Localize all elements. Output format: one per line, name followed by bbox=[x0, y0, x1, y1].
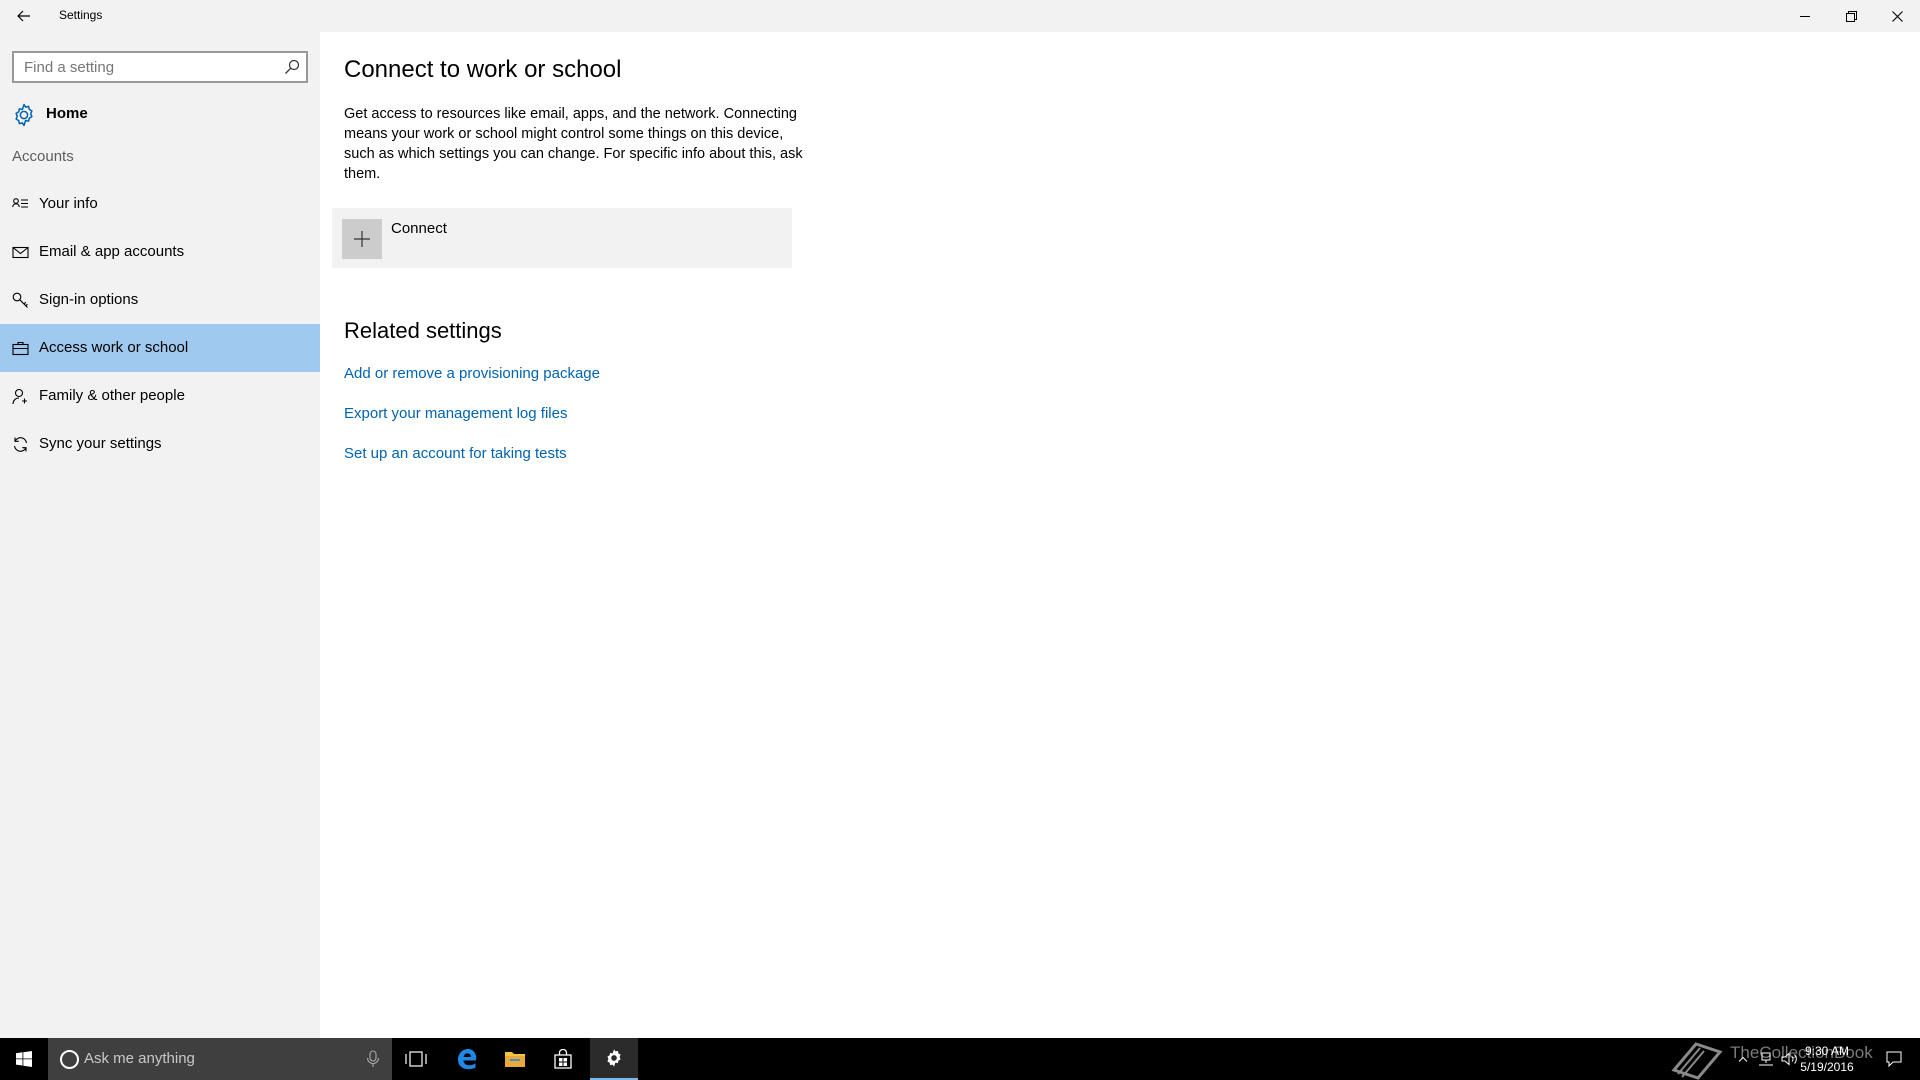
sidebar-item-access-work[interactable]: Access work or school bbox=[0, 324, 320, 372]
window-title: Settings bbox=[59, 8, 103, 22]
plus-tile bbox=[342, 219, 382, 259]
sidebar-item-label: Family & other people bbox=[39, 387, 185, 404]
clock[interactable]: 9:30 AM 5/19/2016 bbox=[1782, 1043, 1872, 1075]
connect-label: Connect bbox=[391, 220, 447, 237]
close-button[interactable] bbox=[1874, 0, 1920, 32]
store-button[interactable] bbox=[539, 1038, 587, 1080]
gear-icon bbox=[15, 103, 33, 127]
sidebar-item-family[interactable]: Family & other people bbox=[0, 372, 320, 420]
test-account-link[interactable]: Set up an account for taking tests bbox=[344, 445, 567, 462]
briefcase-icon bbox=[12, 341, 29, 356]
sidebar-item-label: Sync your settings bbox=[39, 435, 162, 452]
network-button[interactable] bbox=[1754, 1038, 1778, 1080]
export-logs-link[interactable]: Export your management log files bbox=[344, 405, 567, 422]
sidebar-item-label: Sign-in options bbox=[39, 291, 139, 308]
related-settings-heading: Related settings bbox=[344, 318, 502, 343]
start-button[interactable] bbox=[0, 1038, 48, 1080]
show-hidden-icons-button[interactable] bbox=[1734, 1038, 1752, 1080]
settings-window: Settings Home Accounts Your info bbox=[0, 0, 1920, 1080]
cortana-placeholder: Ask me anything bbox=[84, 1050, 195, 1067]
action-center-button[interactable] bbox=[1874, 1038, 1914, 1080]
search-icon[interactable] bbox=[284, 59, 300, 75]
sync-icon bbox=[13, 437, 28, 452]
folder-icon bbox=[505, 1052, 525, 1067]
cortana-icon bbox=[60, 1050, 79, 1069]
edge-icon bbox=[458, 1049, 477, 1070]
person-add-icon bbox=[12, 388, 27, 405]
network-icon bbox=[1759, 1052, 1773, 1066]
cortana-search-box[interactable]: Ask me anything bbox=[48, 1038, 392, 1080]
back-arrow-icon bbox=[17, 10, 30, 22]
clock-time: 9:30 AM bbox=[1804, 1044, 1850, 1058]
plus-icon bbox=[354, 231, 370, 247]
store-bag-icon bbox=[554, 1049, 572, 1069]
provisioning-package-link[interactable]: Add or remove a provisioning package bbox=[344, 365, 600, 382]
page-title: Connect to work or school bbox=[344, 56, 622, 83]
back-button[interactable] bbox=[10, 3, 38, 29]
mail-icon bbox=[12, 246, 29, 259]
task-view-icon bbox=[405, 1051, 427, 1067]
book-logo-icon bbox=[1671, 1042, 1723, 1080]
section-heading: Accounts bbox=[12, 148, 74, 165]
sidebar-item-your-info[interactable]: Your info bbox=[0, 180, 320, 228]
task-view-button[interactable] bbox=[392, 1038, 440, 1080]
taskbar: Ask me anything TheCollectionBook 9:30 A… bbox=[0, 1038, 1920, 1080]
restore-icon bbox=[1845, 10, 1857, 22]
sidebar-item-label: Email & app accounts bbox=[39, 243, 185, 260]
sidebar: Home Accounts Your info Email & app acco… bbox=[0, 32, 320, 1038]
edge-browser-button[interactable] bbox=[443, 1038, 491, 1080]
search-input[interactable] bbox=[14, 53, 274, 81]
page-description: Get access to resources like email, apps… bbox=[344, 106, 803, 182]
key-icon bbox=[12, 292, 28, 308]
microphone-icon[interactable] bbox=[366, 1050, 380, 1068]
contact-card-icon bbox=[12, 198, 28, 208]
connect-button[interactable]: Connect bbox=[332, 208, 792, 268]
sidebar-item-sync[interactable]: Sync your settings bbox=[0, 420, 320, 468]
title-bar: Settings bbox=[0, 0, 1920, 32]
sidebar-item-email[interactable]: Email & app accounts bbox=[0, 228, 320, 276]
file-explorer-button[interactable] bbox=[491, 1038, 539, 1080]
windows-logo-icon bbox=[16, 1051, 32, 1067]
main-content: Connect to work or school Get access to … bbox=[320, 32, 1920, 1038]
minimize-button[interactable] bbox=[1782, 0, 1828, 32]
settings-gear-icon bbox=[607, 1049, 621, 1067]
notification-icon bbox=[1886, 1051, 1902, 1067]
clock-date: 5/19/2016 bbox=[1800, 1060, 1854, 1074]
settings-taskbar-button[interactable] bbox=[590, 1038, 638, 1080]
close-icon bbox=[1891, 10, 1903, 22]
sidebar-item-sign-in[interactable]: Sign-in options bbox=[0, 276, 320, 324]
sidebar-item-label: Your info bbox=[39, 195, 98, 212]
search-box[interactable] bbox=[12, 51, 308, 83]
minimize-icon bbox=[1800, 16, 1810, 17]
home-nav-item[interactable]: Home bbox=[0, 94, 320, 134]
home-label: Home bbox=[46, 105, 88, 122]
sidebar-item-label: Access work or school bbox=[39, 339, 189, 356]
restore-button[interactable] bbox=[1828, 0, 1874, 32]
chevron-up-icon bbox=[1738, 1056, 1748, 1062]
